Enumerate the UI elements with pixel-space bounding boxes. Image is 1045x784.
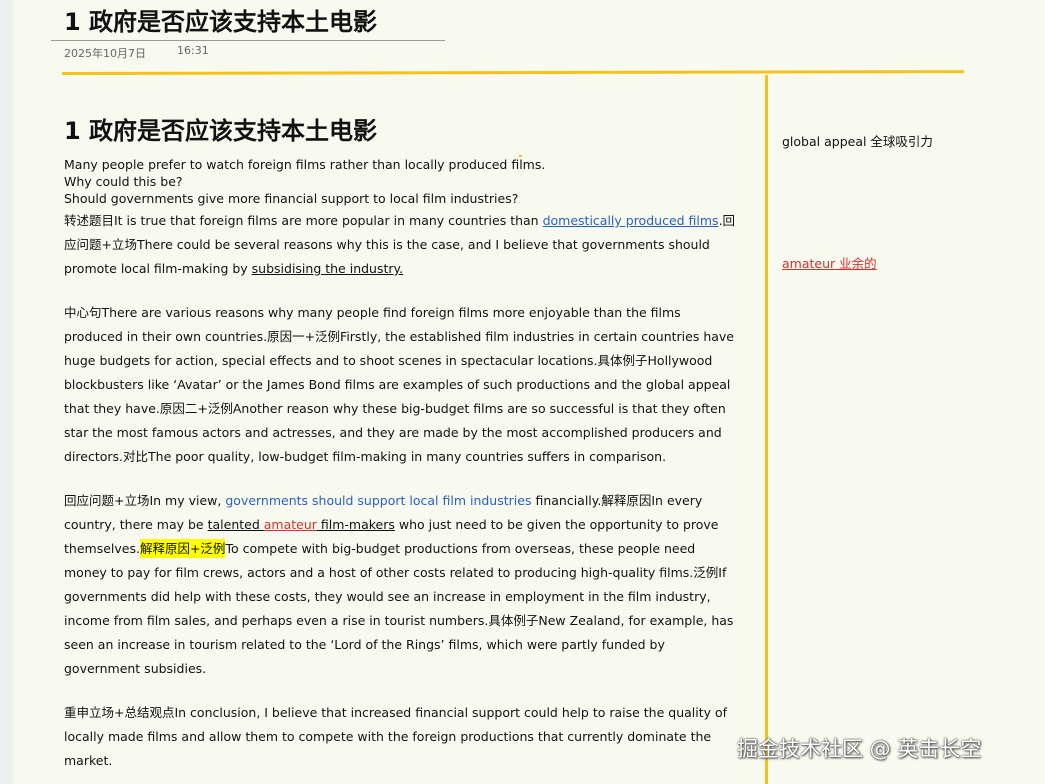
paragraph-conclusion: 重申立场+总结观点In conclusion, I believe that i… <box>64 705 728 768</box>
sidebar-note-amateur[interactable]: amateur 业余的 <box>782 253 877 272</box>
subsidising-underline: subsidising the industry. <box>251 261 404 276</box>
amateur-word[interactable]: amateur <box>264 517 317 532</box>
paragraph-body-2: 回应问题+立场In my view, governments should su… <box>64 489 742 681</box>
paragraph-body-1: 中心句There are various reasons why many pe… <box>64 305 735 464</box>
body2-text-a: 回应问题+立场In my view, <box>64 493 226 508</box>
intro-text-a: 转述题目It is true that foreign films are mo… <box>64 213 543 228</box>
page-title[interactable]: 1 政府是否应该支持本土电影 <box>64 2 377 37</box>
talented-underline: talented <box>207 517 264 532</box>
question-line-3: Should governments give more financial s… <box>64 191 519 206</box>
essay-heading: 1 政府是否应该支持本土电影 <box>64 117 378 145</box>
filmmakers-underline: film-makers <box>316 517 395 532</box>
note-time: 16:31 <box>177 44 209 57</box>
left-margin-strip <box>0 0 13 784</box>
question-line-1: Many people prefer to watch foreign film… <box>64 157 546 172</box>
highlighted-label: 解释原因+泛例 <box>139 539 226 558</box>
domestic-films-link[interactable]: domestically produced films <box>543 213 719 228</box>
paragraph-introduction: 转述题目It is true that foreign films are mo… <box>64 209 742 281</box>
support-phrase: governments should support local film in… <box>225 493 532 508</box>
note-date: 2025年10月7日 <box>64 47 146 60</box>
essay-question: Many people prefer to watch foreign film… <box>64 156 742 207</box>
vertical-yellow-line <box>765 75 768 784</box>
title-divider <box>51 40 445 41</box>
question-line-2: Why could this be? <box>64 174 183 189</box>
watermark: 掘金技术社区 @ 英击长空 <box>737 737 982 761</box>
sidebar-note-global-appeal[interactable]: global appeal 全球吸引力 <box>782 131 933 150</box>
body2-text-d: To compete with big-budget productions f… <box>64 541 734 676</box>
essay-content[interactable]: 1 政府是否应该支持本土电影 Many people prefer to wat… <box>64 112 742 773</box>
